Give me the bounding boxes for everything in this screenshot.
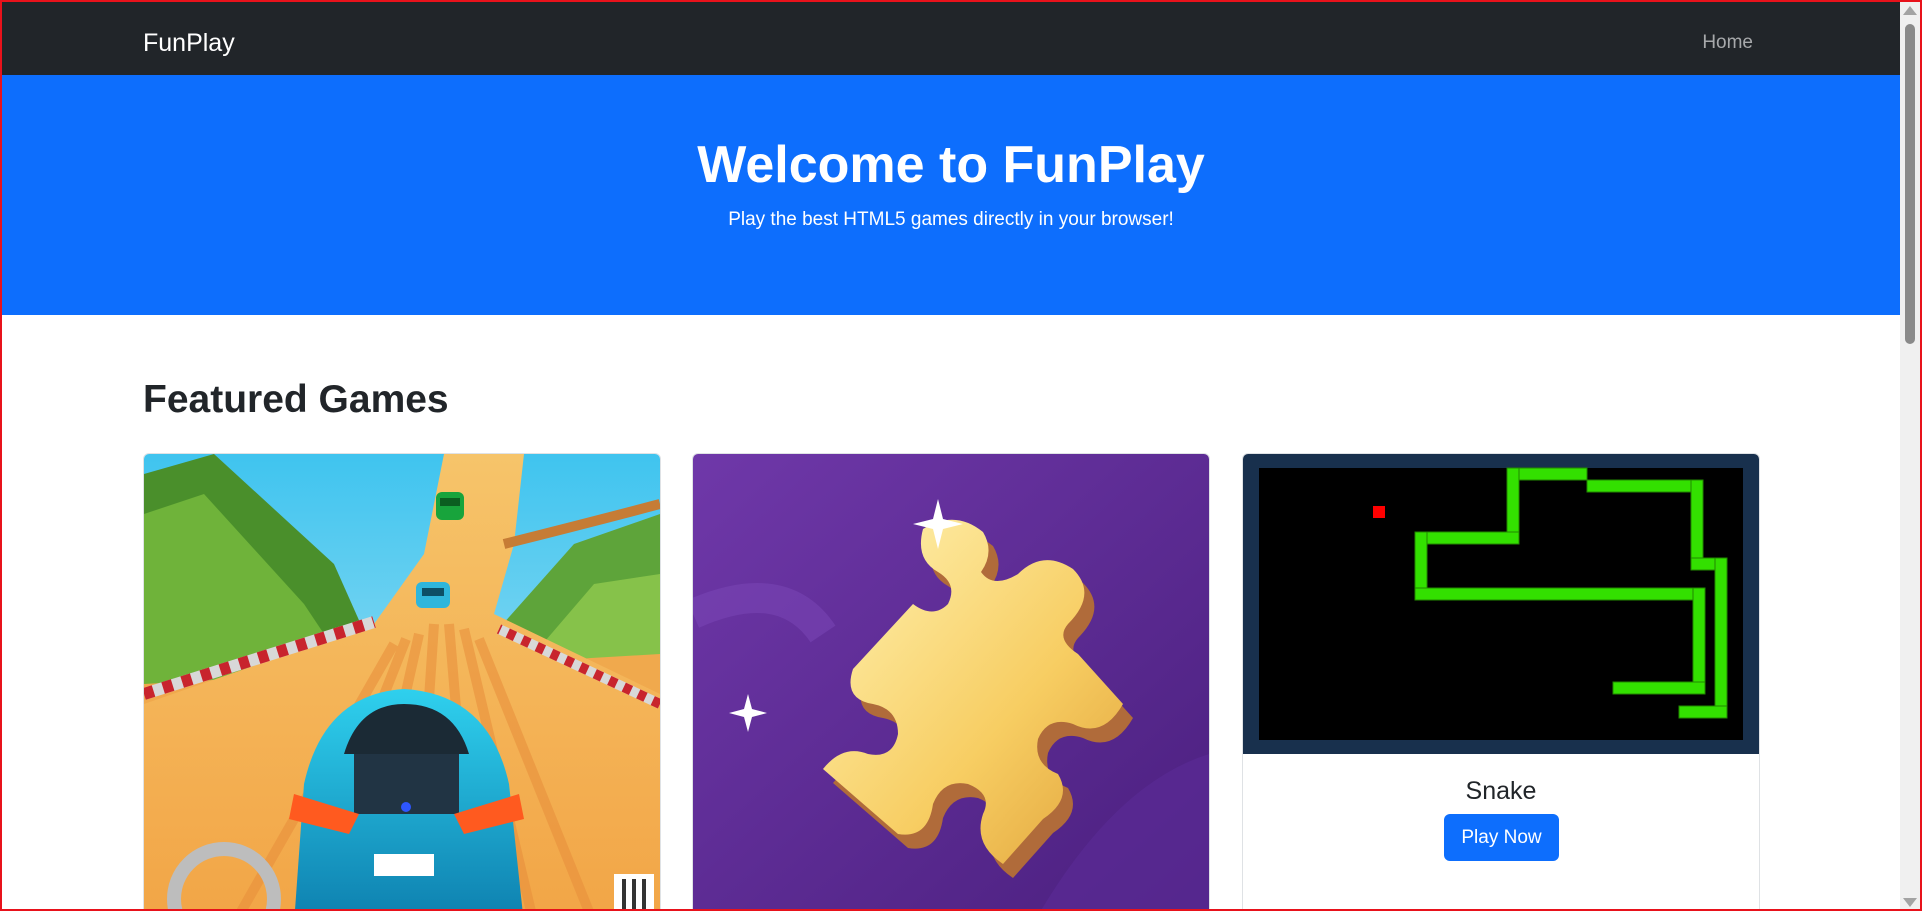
scroll-up-arrow-icon[interactable] xyxy=(1903,6,1917,15)
top-navbar: FunPlay Home xyxy=(2,2,1900,75)
snake-play-now-button[interactable]: Play Now xyxy=(1444,814,1559,861)
browser-viewport: FunPlay Home Welcome to FunPlay Play the… xyxy=(2,2,1900,909)
snake-game-thumbnail[interactable] xyxy=(1243,454,1759,754)
jigsaw-puzzle-thumbnail[interactable] xyxy=(693,454,1209,909)
game-card-racing[interactable] xyxy=(143,453,661,909)
game-card-jigsaw[interactable] xyxy=(692,453,1210,909)
hero-banner: Welcome to FunPlay Play the best HTML5 g… xyxy=(2,75,1900,315)
snake-card-title: Snake xyxy=(1465,777,1537,805)
hero-title: Welcome to FunPlay xyxy=(697,136,1205,194)
racing-game-thumbnail[interactable] xyxy=(144,454,660,909)
scrollbar-thumb[interactable] xyxy=(1905,24,1915,344)
featured-games-heading: Featured Games xyxy=(143,378,449,421)
nav-home-link[interactable]: Home xyxy=(1702,31,1753,55)
brand-logo-link[interactable]: FunPlay xyxy=(143,28,235,58)
hero-subtitle: Play the best HTML5 games directly in yo… xyxy=(728,209,1174,230)
vertical-scrollbar[interactable] xyxy=(1900,2,1920,909)
game-card-snake[interactable]: Snake Play Now xyxy=(1242,453,1760,909)
scroll-down-arrow-icon[interactable] xyxy=(1903,898,1917,907)
